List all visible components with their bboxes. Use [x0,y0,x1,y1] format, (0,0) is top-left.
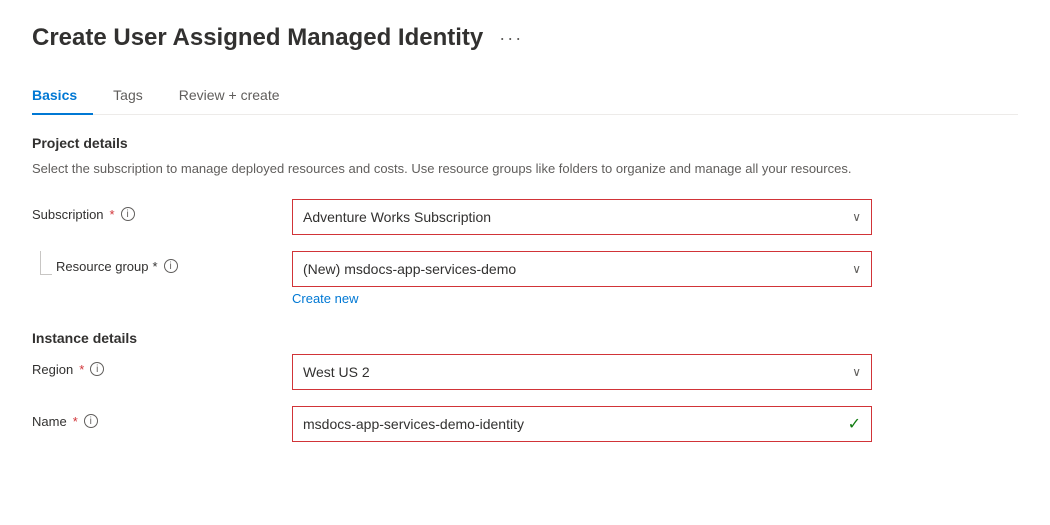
page-title-row: Create User Assigned Managed Identity ··… [32,24,1018,52]
name-checkmark-icon: ✓ [848,414,861,434]
name-row: Name * i msdocs-app-services-demo-identi… [32,406,1018,442]
region-required: * [79,362,84,377]
page-title: Create User Assigned Managed Identity [32,24,483,52]
region-chevron-icon: ∨ [852,365,861,379]
name-input-value: msdocs-app-services-demo-identity [303,416,524,432]
name-input-col: msdocs-app-services-demo-identity ✓ [292,406,1018,442]
name-label: Name [32,414,67,429]
region-input-col: West US 2 ∨ [292,354,1018,390]
connector-l-shape [40,251,52,275]
resource-group-label-col: Resource group * i [32,251,292,275]
region-dropdown-value: West US 2 [303,364,370,380]
subscription-required: * [110,207,115,222]
resource-group-input-col: (New) msdocs-app-services-demo ∨ Create … [292,251,1018,306]
name-input[interactable]: msdocs-app-services-demo-identity ✓ [292,406,872,442]
instance-details-heading: Instance details [32,330,1018,346]
resource-group-info-icon[interactable]: i [164,259,178,273]
resource-group-label-group: Resource group * i [56,251,178,274]
name-label-col: Name * i [32,406,292,429]
tabs-container: Basics Tags Review + create [32,76,1018,115]
name-info-icon[interactable]: i [84,414,98,428]
subscription-label: Subscription [32,207,104,222]
resource-group-required: * [153,259,158,274]
tab-tags[interactable]: Tags [113,77,159,115]
subscription-row: Subscription * i Adventure Works Subscri… [32,199,1018,235]
resource-group-label: Resource group [56,259,149,274]
project-details-heading: Project details [32,135,1018,151]
ellipsis-button[interactable]: ··· [493,26,529,51]
region-row: Region * i West US 2 ∨ [32,354,1018,390]
project-details-section: Project details Select the subscription … [32,135,1018,306]
project-details-description: Select the subscription to manage deploy… [32,159,852,179]
name-required: * [73,414,78,429]
region-label-col: Region * i [32,354,292,377]
subscription-input-col: Adventure Works Subscription ∨ [292,199,1018,235]
subscription-dropdown-value: Adventure Works Subscription [303,209,491,225]
instance-details-section: Instance details Region * i West US 2 ∨ … [32,330,1018,442]
subscription-chevron-icon: ∨ [852,210,861,224]
subscription-dropdown[interactable]: Adventure Works Subscription ∨ [292,199,872,235]
region-dropdown[interactable]: West US 2 ∨ [292,354,872,390]
subscription-info-icon[interactable]: i [121,207,135,221]
create-new-link[interactable]: Create new [292,291,1018,306]
resource-group-dropdown-value: (New) msdocs-app-services-demo [303,261,516,277]
region-label: Region [32,362,73,377]
resource-group-dropdown[interactable]: (New) msdocs-app-services-demo ∨ [292,251,872,287]
connector-lines [40,251,52,275]
resource-group-row: Resource group * i (New) msdocs-app-serv… [32,251,1018,306]
tab-basics[interactable]: Basics [32,77,93,115]
resource-group-chevron-icon: ∨ [852,262,861,276]
subscription-label-col: Subscription * i [32,199,292,222]
tab-review-create[interactable]: Review + create [179,77,296,115]
region-info-icon[interactable]: i [90,362,104,376]
